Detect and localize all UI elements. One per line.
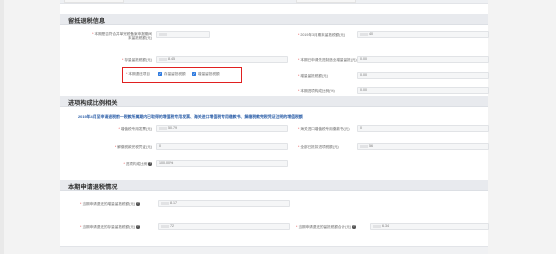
label-advanced-manufacturing: *本期已申请先进制造业增量留抵(元) (298, 58, 357, 62)
customs-payment-field[interactable]: 0 (357, 125, 489, 132)
label-all-deducted: *全部已抵扣进项税额(元) (298, 145, 339, 149)
label-tax-certificate: *解缴税款完税凭证(元) (114, 145, 152, 149)
vat-invoice-field[interactable]: 50.79 (156, 125, 288, 132)
label-current-total: *当期申请退还的留抵税额合计(元)? (296, 224, 356, 229)
previous-input[interactable] (296, 0, 356, 3)
checkbox-stock[interactable]: ✓ (158, 72, 162, 76)
checkbox-increment[interactable]: ✓ (192, 72, 196, 76)
option-increment-label: 增量留抵税额 (198, 72, 220, 76)
label-increment-retain: *增量留抵税额(元) (298, 74, 328, 78)
all-deducted-field[interactable]: 56 (357, 143, 489, 150)
label-current-increment: *当期申请退还的增量留抵税额(元)? (80, 201, 140, 206)
help-icon[interactable]: ? (352, 225, 356, 229)
stock-retain-field[interactable]: 8.45 (156, 56, 288, 63)
label-current-stock: *当期申请退还的存量留抵税额(元)? (80, 224, 140, 229)
option-stock-label: 存量留抵税额 (164, 72, 186, 76)
progress-notice: 2019年4月至申请退税前一税款所属期内已取得的增值税专用发票、海关进口增值税专… (78, 114, 303, 119)
previous-section-fragment (60, 0, 488, 4)
qualified-period-field[interactable] (156, 31, 210, 38)
label-customs-payment: *海关进口增值税专用缴款书(元) (298, 127, 350, 131)
label-stock-retain: *存量留抵税额(元) (122, 58, 152, 62)
label-progress-composition: *进项构成比例? (123, 161, 152, 166)
progress-composition-field[interactable]: 100.00% (156, 160, 288, 167)
progress-ratio-field[interactable]: 0.00 (357, 87, 489, 94)
advanced-manufacturing-field[interactable]: 0.00 (357, 56, 489, 63)
section-title: 留抵退税信息 (68, 18, 106, 25)
current-stock-field[interactable]: 72 (158, 223, 290, 230)
help-icon[interactable]: ? (148, 162, 152, 166)
previous-input[interactable] (64, 0, 124, 3)
increment-retain-field[interactable]: 0.00 (357, 72, 489, 79)
help-icon[interactable]: ? (136, 225, 140, 229)
section-header-retain: 留抵退税信息 (60, 14, 488, 25)
label-refund-items: *本期退还项目 (126, 72, 150, 76)
label-vat-invoice: *增值税专用发票(元) (118, 127, 152, 131)
current-increment-field[interactable]: 8.17 (158, 200, 290, 207)
section-title: 本期申请退税情况 (68, 184, 118, 191)
march-2019-retain-field[interactable]: 40 (357, 31, 489, 38)
label-march-2019-retain: *2019年3月期末留抵税额(元) (298, 33, 346, 37)
current-total-field[interactable]: 6.34 (370, 223, 489, 230)
next-section-fragment (60, 246, 488, 254)
tax-certificate-field[interactable]: 0 (156, 143, 288, 150)
label-qualified-period: *本期是否符合并单完税备案申报期间 末留抵税额(元) (92, 32, 152, 41)
section-header-current: 本期申请退税情况 (60, 180, 488, 191)
help-icon[interactable]: ? (136, 202, 140, 206)
section-title: 进项构成比例相关 (68, 100, 118, 107)
page-edge (0, 0, 4, 254)
label-progress-ratio: *本期进项构成比例(%) (298, 89, 335, 93)
section-header-progress: 进项构成比例相关 (60, 96, 488, 107)
